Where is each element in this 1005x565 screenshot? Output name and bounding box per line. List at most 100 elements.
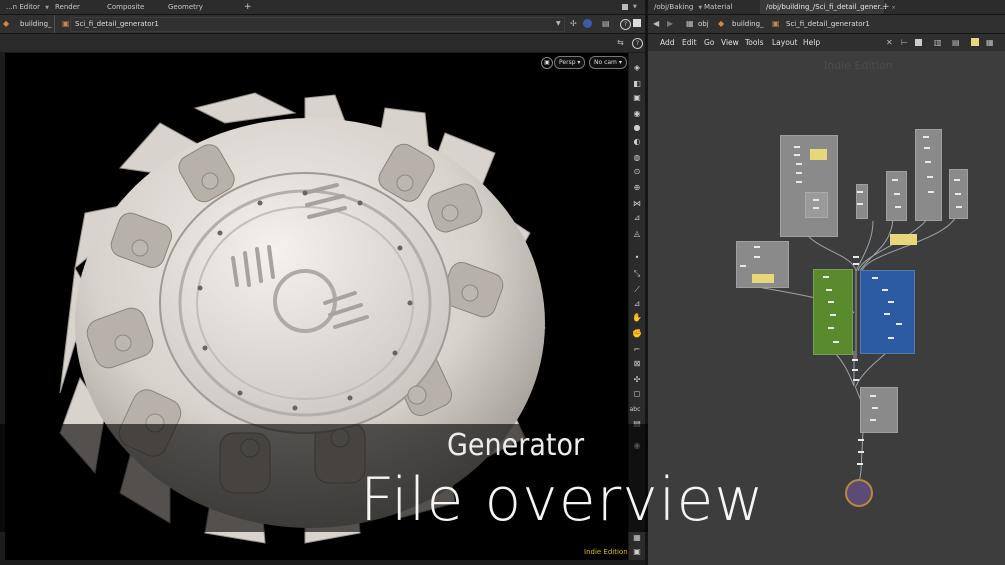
network-node[interactable] (895, 206, 901, 208)
camera-dropdown[interactable]: No cam ▾ (589, 56, 627, 69)
network-node[interactable] (830, 314, 836, 316)
sphere-icon[interactable]: ● (631, 123, 643, 133)
tab-composite-view[interactable]: Composite View▼ (101, 0, 169, 25)
network-node[interactable] (828, 327, 834, 329)
list-icon[interactable] (915, 39, 922, 46)
help-icon[interactable]: ? (620, 19, 631, 30)
dot-icon[interactable]: • (631, 253, 643, 263)
split-icon[interactable]: ▥ (934, 37, 942, 49)
viewport-help-icon[interactable]: ? (632, 38, 643, 49)
tab-geometry-spreadsheet[interactable]: Geometry Spreadsheet▼ (162, 0, 248, 25)
forward-icon[interactable]: ▶ (667, 18, 673, 30)
path-field[interactable] (70, 17, 565, 32)
point-display-icon[interactable]: ⊙ (631, 167, 643, 177)
persp-dropdown[interactable]: Persp ▾ (554, 56, 586, 69)
add-tab-icon[interactable]: + (882, 0, 890, 14)
snapshot-icon[interactable]: ▣ (631, 547, 643, 557)
network-node[interactable] (754, 256, 760, 258)
breadcrumb-building[interactable]: building_ (732, 18, 764, 30)
hand-icon[interactable]: ✋ (631, 313, 643, 323)
lock-camera-icon[interactable]: ▣ (541, 57, 553, 69)
tab-material-palette[interactable]: Material Palette▼ (698, 0, 764, 25)
network-node[interactable] (740, 265, 746, 267)
snapping-icon[interactable]: ⇆ (617, 37, 624, 49)
grab-icon[interactable]: ✊ (631, 329, 643, 339)
prim-display-icon[interactable]: ⊿ (631, 213, 643, 223)
network-node[interactable] (857, 463, 863, 465)
menu-help[interactable]: Help (803, 34, 820, 51)
network-node[interactable] (794, 146, 800, 148)
ghost-icon[interactable]: ◍ (631, 153, 643, 163)
template-icon[interactable]: ◐ (631, 137, 643, 147)
scale-icon[interactable]: ⊠ (631, 359, 643, 369)
network-node[interactable] (956, 206, 962, 208)
back-icon[interactable]: ◀ (653, 18, 659, 30)
network-node[interactable] (754, 246, 760, 248)
network-node[interactable] (955, 193, 961, 195)
back-arrow-icon[interactable]: ◆ (3, 18, 9, 30)
tab-render-view[interactable]: Render View▼ (49, 0, 103, 25)
output-node-icon[interactable] (845, 479, 873, 507)
network-node[interactable] (896, 323, 902, 325)
network-node[interactable] (924, 147, 930, 149)
network-node[interactable] (872, 277, 878, 279)
axis-icon[interactable]: ✣ (631, 375, 643, 385)
pin-icon[interactable]: ✢ (570, 18, 577, 30)
network-node[interactable] (872, 407, 878, 409)
menu-edit[interactable]: Edit (682, 34, 697, 51)
text-tool-icon[interactable]: abc (629, 405, 641, 415)
shaded-icon[interactable]: ◧ (631, 79, 643, 89)
breadcrumb-sci-fi-generator[interactable]: Sci_fi_detail_generator1 (786, 18, 870, 30)
tab-sci-fi-network[interactable]: /obj/building_/Sci_fi_detail_gener... × (760, 0, 896, 14)
network-node[interactable] (813, 199, 819, 201)
network-node[interactable] (884, 313, 890, 315)
sticky-note[interactable] (810, 149, 827, 160)
network-node[interactable] (853, 263, 859, 265)
network-node[interactable] (858, 439, 864, 441)
normals-icon[interactable]: ⊕ (631, 183, 643, 193)
sticky-note[interactable] (890, 234, 917, 245)
network-node[interactable] (857, 203, 863, 205)
display-options-icon[interactable]: ▤ (602, 18, 610, 30)
network-node[interactable] (823, 276, 829, 278)
network-node[interactable] (894, 193, 900, 195)
light-icon[interactable]: ◉ (631, 109, 643, 119)
pane-menu-arrow-icon[interactable]: ▼ (633, 0, 637, 14)
add-tab-icon[interactable]: + (244, 0, 252, 14)
network-box-tall-1[interactable] (915, 129, 942, 221)
network-node[interactable] (796, 181, 802, 183)
menu-go[interactable]: Go (704, 34, 714, 51)
tab-close-icon[interactable]: × (892, 5, 896, 11)
network-box-blue[interactable] (860, 270, 915, 354)
breadcrumb-obj[interactable]: obj (698, 18, 709, 30)
network-node[interactable] (796, 163, 802, 165)
uv-icon[interactable]: ⊿ (631, 299, 643, 309)
network-node[interactable] (852, 369, 858, 371)
network-node[interactable] (925, 161, 931, 163)
lock-icon[interactable]: ▣ (631, 93, 643, 103)
network-node[interactable] (853, 256, 859, 258)
network-node[interactable] (853, 379, 859, 381)
network-node[interactable] (954, 179, 960, 181)
network-node[interactable] (858, 451, 864, 453)
menu-add[interactable]: Add (660, 34, 675, 51)
network-node[interactable] (927, 176, 933, 178)
network-node[interactable] (833, 341, 839, 343)
pane-options-icon[interactable] (622, 4, 628, 10)
tab-network-editor[interactable]: ...n Editor ▼ (0, 0, 50, 14)
wireframe-icon[interactable]: ◈ (631, 63, 643, 73)
breadcrumb-building[interactable]: building_ (20, 18, 52, 30)
box-icon[interactable]: ◻ (631, 389, 643, 399)
edge-display-icon[interactable]: ⋈ (631, 199, 643, 209)
network-node[interactable] (882, 289, 888, 291)
network-node[interactable] (870, 395, 876, 397)
path-dropdown-arrow-icon[interactable]: ▼ (556, 18, 561, 30)
network-node[interactable] (888, 337, 894, 339)
network-node[interactable] (857, 191, 863, 193)
network-node[interactable] (892, 179, 898, 181)
vector-icon[interactable]: ⤡ (631, 269, 643, 279)
network-box-lower[interactable] (860, 387, 898, 433)
network-box-top-left[interactable] (780, 135, 838, 237)
network-node[interactable] (923, 136, 929, 138)
network-box-inner[interactable] (805, 192, 828, 218)
